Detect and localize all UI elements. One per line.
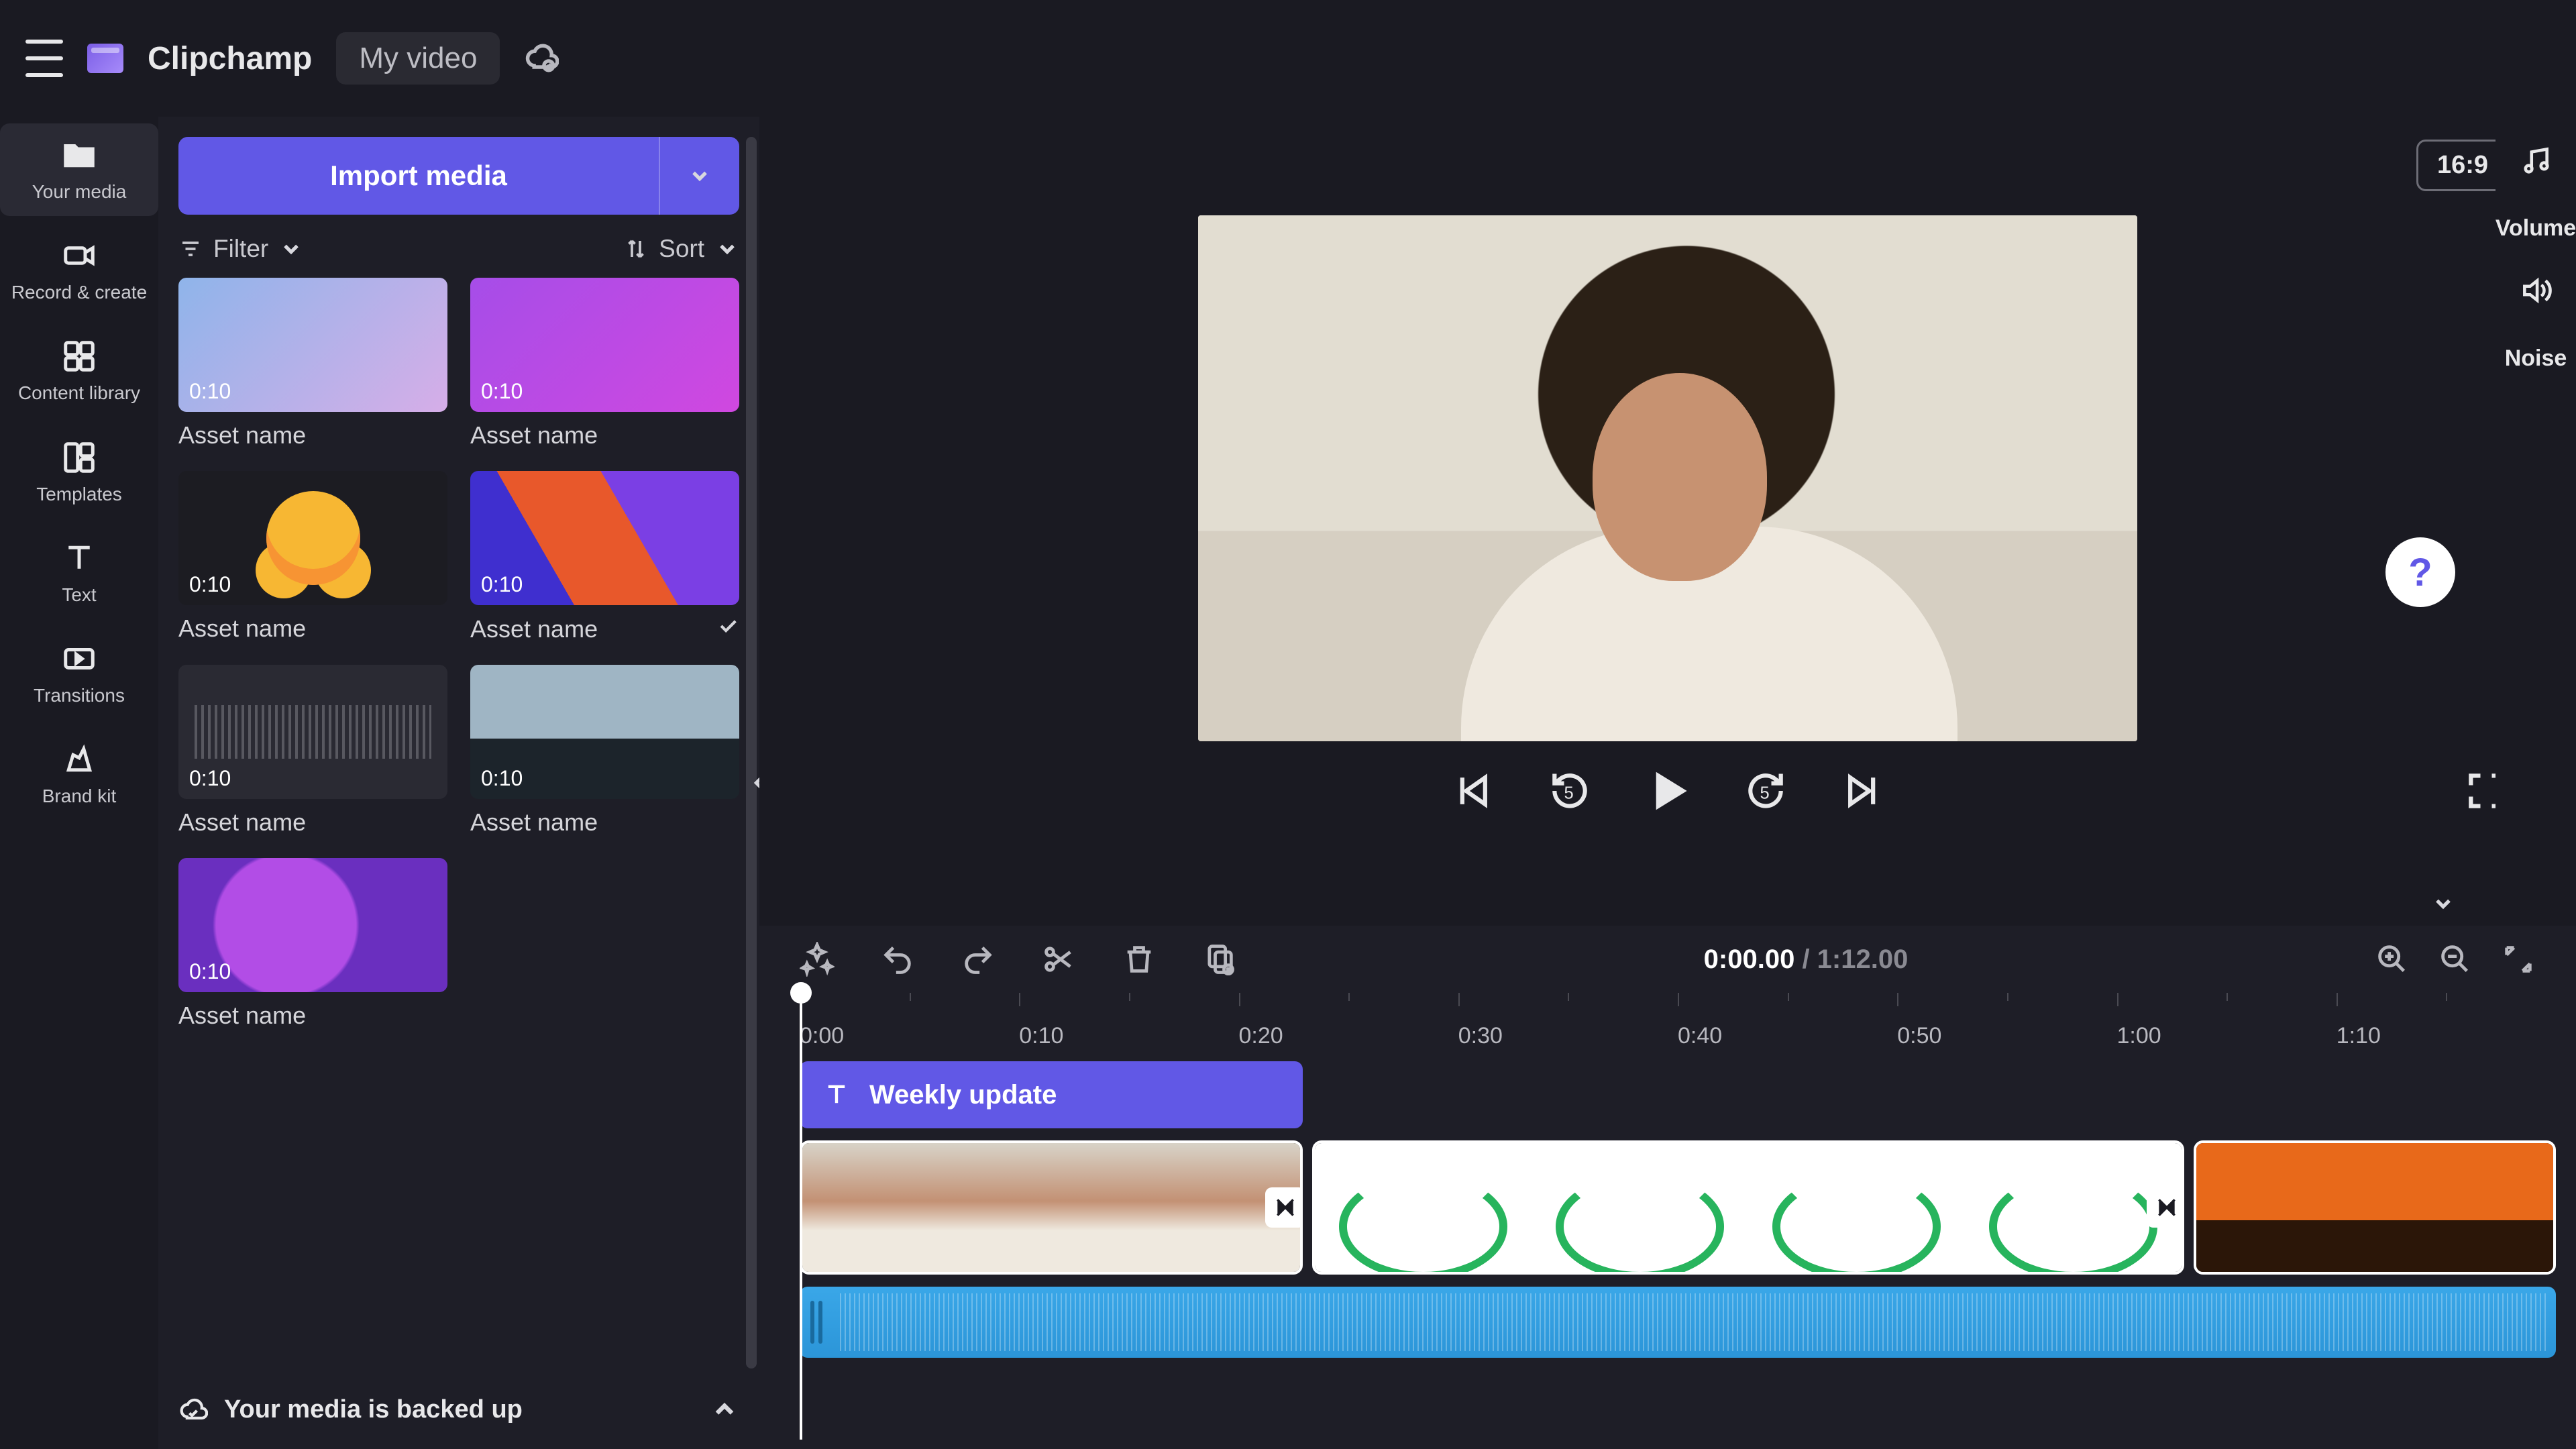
- right-panel: Volume Noise: [2496, 117, 2576, 926]
- zoom-fit-button[interactable]: [2501, 942, 2536, 977]
- sidebar-item-content-library[interactable]: Content library: [0, 325, 158, 417]
- asset-thumb-0[interactable]: 0:10: [178, 278, 447, 412]
- play-button[interactable]: [1645, 768, 1690, 814]
- forward-5-button[interactable]: 5: [1743, 768, 1788, 814]
- import-media-dropdown[interactable]: [659, 137, 739, 215]
- svg-text:5: 5: [1760, 784, 1770, 802]
- transition-icon[interactable]: [2147, 1187, 2184, 1228]
- sidebar-item-record-create[interactable]: Record & create: [0, 224, 158, 317]
- svg-text:5: 5: [1564, 784, 1574, 802]
- cloud-sync-icon[interactable]: [524, 41, 559, 76]
- volume-icon[interactable]: [2519, 274, 2553, 313]
- ruler-label: 0:10: [1019, 1023, 1238, 1049]
- backup-status[interactable]: Your media is backed up: [158, 1370, 759, 1449]
- ruler-label: 0:30: [1458, 1023, 1678, 1049]
- menu-button[interactable]: [25, 40, 63, 77]
- timeline-ruler[interactable]: 0:000:100:200:300:400:501:001:10: [759, 993, 2576, 1051]
- brand-kit-icon: [61, 741, 97, 777]
- sort-icon: [624, 237, 648, 261]
- asset-name: Asset name: [470, 615, 598, 643]
- chevron-down-icon: [279, 237, 303, 261]
- video-clip-3[interactable]: [2194, 1140, 2556, 1275]
- text-clip[interactable]: Weekly update: [800, 1061, 1303, 1128]
- check-icon: [716, 614, 739, 643]
- copy-button[interactable]: [1202, 942, 1237, 977]
- waveform: [840, 1293, 2549, 1351]
- text-icon: [61, 540, 97, 576]
- asset-thumb-1[interactable]: 0:10: [470, 278, 739, 412]
- ruler-label: 1:00: [2117, 1023, 2337, 1049]
- delete-button[interactable]: [1122, 942, 1157, 977]
- video-clip-2[interactable]: [1312, 1140, 2184, 1275]
- left-rail: Your media Record & create Content libra…: [0, 117, 158, 1449]
- sidebar-item-text[interactable]: Text: [0, 527, 158, 619]
- transition-icon[interactable]: [1265, 1187, 1303, 1228]
- sidebar-item-brand-kit[interactable]: Brand kit: [0, 728, 158, 820]
- asset-name: Asset name: [470, 421, 598, 449]
- timeline: 0:00.00 / 1:12.00 0:000:100:200:300:400:…: [759, 926, 2576, 1449]
- clip-handle-icon[interactable]: [810, 1301, 822, 1344]
- zoom-in-button[interactable]: [2375, 942, 2410, 977]
- help-button[interactable]: ?: [2385, 537, 2455, 607]
- ruler-label: 0:50: [1897, 1023, 2116, 1049]
- timeline-timecode: 0:00.00 / 1:12.00: [1283, 945, 2329, 975]
- asset-thumb-6[interactable]: 0:10: [178, 858, 447, 992]
- asset-name: Asset name: [178, 808, 306, 837]
- auto-enhance-button[interactable]: [800, 942, 835, 977]
- asset-thumb-2[interactable]: 0:10: [178, 471, 447, 605]
- noise-label: Noise: [2505, 345, 2567, 372]
- zoom-out-button[interactable]: [2438, 942, 2473, 977]
- folder-icon: [61, 137, 97, 173]
- media-panel: Import media Filter Sort 0:10 Asset name…: [158, 117, 759, 1449]
- sidebar-item-transitions[interactable]: Transitions: [0, 627, 158, 720]
- cloud-check-icon: [178, 1395, 208, 1424]
- question-icon: ?: [2408, 550, 2432, 595]
- text-icon: [822, 1081, 851, 1109]
- rewind-5-button[interactable]: 5: [1547, 768, 1593, 814]
- app-logo-icon: [87, 44, 123, 73]
- split-button[interactable]: [1041, 942, 1076, 977]
- asset-name: Asset name: [178, 1002, 306, 1030]
- video-preview[interactable]: [1198, 215, 2137, 741]
- skip-forward-button[interactable]: [1841, 768, 1886, 814]
- chevron-down-icon: [715, 237, 739, 261]
- asset-name: Asset name: [178, 614, 306, 643]
- audio-clip[interactable]: [800, 1287, 2556, 1358]
- asset-name: Asset name: [178, 421, 306, 449]
- filter-button[interactable]: Filter: [178, 235, 303, 263]
- asset-thumb-3[interactable]: 0:10: [470, 471, 739, 605]
- ruler-label: 1:10: [2337, 1023, 2556, 1049]
- asset-name: Asset name: [470, 808, 598, 837]
- transitions-icon: [61, 641, 97, 677]
- import-media-button[interactable]: Import media: [178, 137, 659, 215]
- asset-thumb-4[interactable]: 0:10: [178, 665, 447, 799]
- volume-label: Volume: [2496, 215, 2576, 241]
- scrollbar[interactable]: [746, 137, 757, 1368]
- redo-button[interactable]: [961, 942, 996, 977]
- project-name[interactable]: My video: [336, 32, 500, 85]
- sidebar-item-your-media[interactable]: Your media: [0, 123, 158, 216]
- skip-back-button[interactable]: [1449, 768, 1495, 814]
- library-icon: [61, 338, 97, 374]
- sidebar-item-templates[interactable]: Templates: [0, 426, 158, 519]
- ruler-label: 0:40: [1678, 1023, 1897, 1049]
- app-name: Clipchamp: [148, 40, 312, 77]
- music-icon[interactable]: [2519, 144, 2553, 183]
- templates-icon: [61, 439, 97, 476]
- filter-icon: [178, 237, 203, 261]
- asset-thumb-5[interactable]: 0:10: [470, 665, 739, 799]
- sort-button[interactable]: Sort: [624, 235, 739, 263]
- video-clip-1[interactable]: [800, 1140, 1303, 1275]
- ruler-label: 0:00: [800, 1023, 1019, 1049]
- playhead[interactable]: [800, 989, 802, 1440]
- camera-icon: [61, 237, 97, 274]
- collapse-down-button[interactable]: [2431, 892, 2455, 922]
- undo-button[interactable]: [880, 942, 915, 977]
- chevron-up-icon: [710, 1395, 739, 1424]
- ruler-label: 0:20: [1239, 1023, 1458, 1049]
